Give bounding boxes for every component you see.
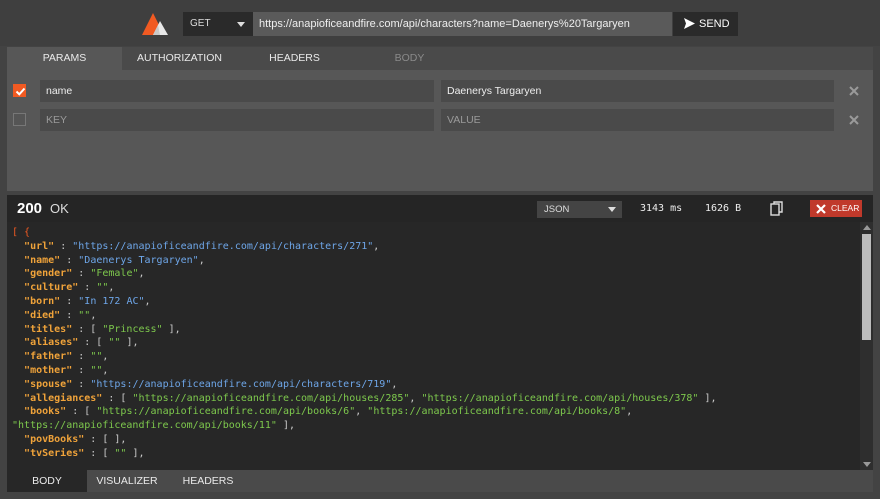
- scroll-up-icon[interactable]: [863, 225, 871, 230]
- chevron-down-icon: [608, 207, 616, 212]
- method-select[interactable]: GET: [183, 12, 253, 36]
- json-viewer: [ { "url" : "https://anapioficeandfire.c…: [12, 227, 717, 459]
- copy-icon[interactable]: [770, 201, 784, 216]
- request-panel: PARAMS AUTHORIZATION HEADERS BODY name D…: [7, 47, 873, 191]
- json-book: https://anapioficeandfire.com/api/books/…: [102, 406, 350, 418]
- json-gender: Female: [96, 268, 133, 280]
- json-url: https://anapioficeandfire.com/api/charac…: [78, 240, 368, 252]
- param-row: name Daenerys Targaryen: [7, 80, 873, 102]
- url-input[interactable]: https://anapioficeandfire.com/api/charac…: [253, 12, 672, 36]
- scroll-down-icon[interactable]: [863, 462, 871, 467]
- top-bar: GET https://anapioficeandfire.com/api/ch…: [0, 0, 880, 46]
- close-icon[interactable]: [847, 113, 861, 127]
- param-row-empty: KEY VALUE: [7, 109, 873, 131]
- tab-body[interactable]: BODY: [352, 47, 467, 70]
- param-value-input[interactable]: Daenerys Targaryen: [441, 80, 834, 102]
- status-text: OK: [50, 201, 69, 216]
- json-allegiance: https://anapioficeandfire.com/api/houses…: [138, 392, 404, 404]
- json-spouse: https://anapioficeandfire.com/api/charac…: [96, 378, 386, 390]
- response-time: 3143 ms: [640, 203, 683, 214]
- json-title: Princess: [108, 323, 157, 335]
- json-allegiance: https://anapioficeandfire.com/api/houses…: [427, 392, 693, 404]
- tab-authorization[interactable]: AUTHORIZATION: [122, 47, 237, 70]
- chevron-down-icon: [237, 22, 245, 27]
- paper-plane-icon: [684, 18, 695, 29]
- tab-response-body[interactable]: BODY: [7, 470, 87, 492]
- json-book: https://anapioficeandfire.com/api/books/…: [373, 406, 621, 418]
- json-born: In 172 AC: [84, 295, 139, 307]
- response-status-bar: 200 OK JSON 3143 ms 1626 B CLEAR: [7, 195, 873, 222]
- clear-label: CLEAR: [831, 203, 860, 213]
- tab-response-headers[interactable]: HEADERS: [167, 470, 249, 492]
- method-value: GET: [190, 18, 211, 29]
- clear-button[interactable]: CLEAR: [810, 200, 862, 217]
- close-icon: [816, 204, 826, 214]
- tab-visualizer[interactable]: VISUALIZER: [87, 470, 167, 492]
- response-tabs: BODY VISUALIZER HEADERS: [7, 470, 873, 492]
- json-name: Daenerys Targaryen: [84, 254, 193, 266]
- response-size: 1626 B: [705, 203, 742, 214]
- param-key-input[interactable]: name: [40, 80, 434, 102]
- check-icon: [15, 87, 26, 96]
- send-label: SEND: [699, 18, 730, 30]
- json-book: https://anapioficeandfire.com/api/books/…: [18, 420, 271, 432]
- param-key-input[interactable]: KEY: [40, 109, 434, 131]
- response-body[interactable]: [ { "url" : "https://anapioficeandfire.c…: [7, 222, 873, 470]
- format-value: JSON: [544, 204, 570, 215]
- status-code: 200: [17, 200, 43, 217]
- vertical-scrollbar[interactable]: [860, 222, 873, 470]
- format-select[interactable]: JSON: [537, 201, 622, 218]
- close-icon[interactable]: [847, 84, 861, 98]
- scrollbar-thumb[interactable]: [862, 234, 871, 340]
- mountain-logo-icon: [142, 13, 168, 35]
- tab-params[interactable]: PARAMS: [7, 47, 122, 70]
- param-value-input[interactable]: VALUE: [441, 109, 834, 131]
- param-enabled-checkbox[interactable]: [13, 84, 26, 97]
- request-tabs: PARAMS AUTHORIZATION HEADERS BODY: [7, 47, 873, 70]
- param-enabled-checkbox[interactable]: [13, 113, 26, 126]
- tab-headers[interactable]: HEADERS: [237, 47, 352, 70]
- send-button[interactable]: SEND: [673, 12, 738, 36]
